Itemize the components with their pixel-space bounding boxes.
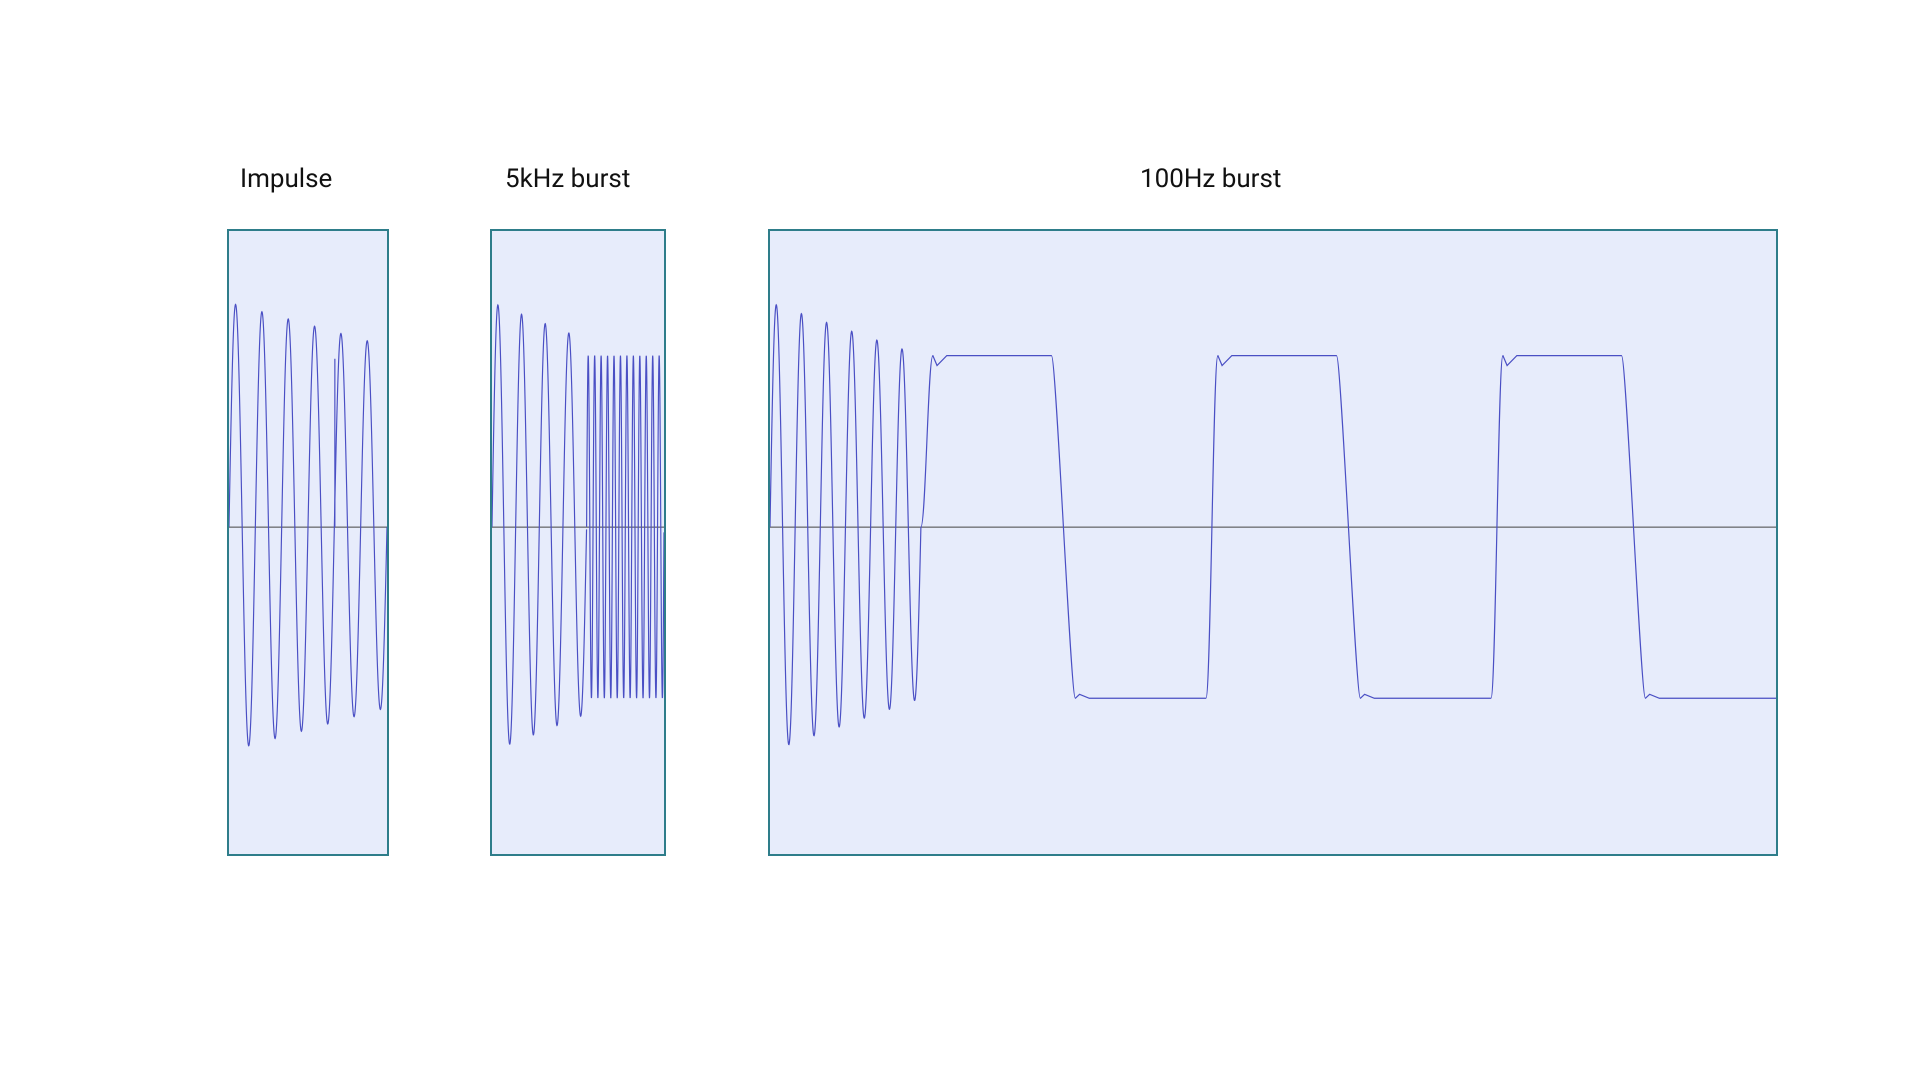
burst-100hz-panel [768,229,1778,856]
impulse-carrier-wave [229,304,387,745]
burst-5khz-carrier-wave [492,305,587,744]
burst-5khz-panel [490,229,666,856]
burst-100hz-title: 100Hz burst [1140,164,1281,194]
burst-100hz-carrier-wave [770,305,921,745]
burst-100hz-waveform [770,231,1776,854]
burst-5khz-waveform [492,231,664,854]
impulse-waveform [229,231,387,854]
impulse-title: Impulse [240,164,332,194]
burst-5khz-title: 5kHz burst [505,164,630,194]
impulse-panel [227,229,389,856]
waveform-diagram: Impulse 5kHz burst 100Hz burst [0,0,1920,1080]
